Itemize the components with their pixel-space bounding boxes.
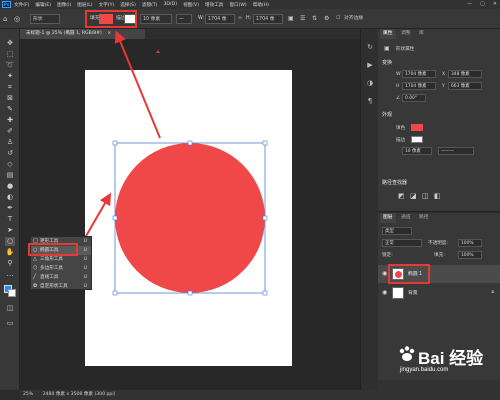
panel-icon-strip: ↻ ▶ ◑ ¶ (360, 29, 378, 390)
shape-kind-icon: ▣ (384, 45, 390, 52)
transform-handle[interactable] (112, 290, 118, 296)
intersect-shapes-icon[interactable]: ◫ (422, 192, 429, 200)
visibility-eye-icon[interactable]: ◉ (382, 270, 387, 277)
ellipse-tool-highlight-box (28, 243, 78, 256)
combine-shapes-icon[interactable]: ◩ (398, 192, 405, 200)
flyout-item-label: 三角形工具 (40, 257, 63, 262)
flyout-polygon-tool[interactable]: ⬡ 多边形工具 U (31, 264, 91, 273)
layer-fill-input[interactable]: 100% (458, 251, 482, 259)
layer-filter-select[interactable]: 类型 (382, 227, 412, 235)
paragraph-panel-icon[interactable]: ¶ (365, 97, 375, 106)
layer-thumbnail (392, 287, 404, 299)
prop-x-label: X (442, 72, 446, 77)
polygon-icon: ⬡ (33, 265, 38, 271)
transform-handle[interactable] (262, 215, 268, 221)
shortcut-key: U (83, 275, 87, 280)
prop-x-input[interactable]: 348 像素 (448, 70, 482, 78)
opacity-input[interactable]: 100% (458, 239, 482, 247)
shortcut-key: U (83, 257, 87, 262)
custom-shape-icon: ✿ (33, 283, 38, 289)
lock-label: 锁定: (382, 253, 393, 258)
transform-handle[interactable] (187, 140, 193, 146)
prop-stroke-label: 描边 (396, 138, 406, 143)
prop-h-label: H (396, 84, 400, 89)
tiny-red-marker (156, 50, 160, 53)
prop-stroke-type-select[interactable]: ——— (438, 147, 474, 155)
transform-section-head[interactable]: 变换 (382, 59, 392, 66)
transform-handle[interactable] (187, 290, 193, 296)
visibility-eye-icon[interactable]: ◉ (382, 289, 387, 296)
tab-libraries[interactable]: 库 (416, 29, 427, 39)
pathfinder-section-head[interactable]: 路径查找器 (382, 179, 407, 186)
prop-fill-swatch[interactable] (411, 124, 423, 131)
shortcut-key: U (83, 266, 87, 271)
appearance-section-head[interactable]: 外观 (382, 111, 392, 118)
tab-adjustments[interactable]: 调整 (398, 29, 414, 39)
watermark-url: jingyan.baidu.com (400, 367, 449, 373)
transform-handle[interactable] (262, 140, 268, 146)
zoom-level[interactable]: 25% (23, 392, 33, 397)
baidu-watermark: Bai 经验 jingyan.baidu.com (380, 340, 500, 390)
color-panel-icon[interactable]: ◑ (365, 79, 375, 88)
tab-paths[interactable]: 路径 (416, 213, 432, 223)
prop-y-label: Y (442, 84, 445, 89)
subtract-shapes-icon[interactable]: ◪ (410, 192, 417, 200)
red-ellipse-shape[interactable] (115, 143, 265, 293)
tab-channels[interactable]: 通道 (398, 213, 414, 223)
line-icon: ╱ (33, 274, 37, 280)
layer-row-background[interactable]: ◉ 背景 🔒︎ (378, 284, 500, 302)
layer-name[interactable]: 背景 (408, 289, 418, 296)
shape-kind-label: 形状属性 (396, 47, 415, 52)
flyout-item-label: 多边形工具 (40, 266, 63, 271)
triangle-icon: △ (33, 256, 37, 262)
prop-stroke-width-input[interactable]: 10 像素 (402, 147, 432, 155)
shortcut-key: U (83, 284, 87, 289)
arrow-to-fill (114, 30, 161, 139)
angle-icon: ∠ (396, 96, 401, 101)
flyout-custom-shape-tool[interactable]: ✿ 自定形状工具 U (31, 282, 91, 291)
opacity-label: 不透明度: (428, 241, 448, 246)
shortcut-key: U (83, 248, 87, 253)
blend-mode-select[interactable]: 正常 (382, 239, 422, 247)
properties-panel: 属性 调整 库 ▣ 形状属性 变换 W 1704 像素 X 348 像素 H 1… (378, 29, 500, 212)
tab-properties[interactable]: 属性 (380, 29, 396, 39)
flyout-item-label: 自定形状工具 (40, 284, 68, 289)
history-panel-icon[interactable]: ↻ (365, 43, 375, 52)
shortcut-key: U (83, 239, 87, 244)
status-bar: 25% 2480 像素 x 3508 像素 (300 ppi) (20, 390, 500, 400)
prop-y-input[interactable]: 663 像素 (448, 82, 482, 90)
layer-fill-label: 填充: (434, 253, 445, 258)
layer-highlight-box (388, 264, 430, 284)
baidu-paw-logo (399, 346, 415, 361)
prop-w-label: W (396, 72, 401, 77)
prop-w-input[interactable]: 1704 像素 (402, 70, 436, 78)
prop-angle-input[interactable]: 0.00° (402, 94, 426, 102)
flyout-line-tool[interactable]: ╱ 直线工具 U (31, 273, 91, 282)
transform-handle[interactable] (112, 215, 118, 221)
transform-handle[interactable] (112, 140, 118, 146)
prop-fill-label: 填色 (396, 126, 406, 131)
flyout-item-label: 直线工具 (40, 275, 59, 280)
document-info: 2480 像素 x 3508 像素 (300 ppi) (42, 392, 116, 397)
prop-h-input[interactable]: 1704 像素 (402, 82, 436, 90)
watermark-brand: Bai 经验 (418, 349, 484, 368)
lock-icon: 🔒︎ (491, 289, 494, 295)
actions-panel-icon[interactable]: ▶ (365, 61, 375, 70)
transform-handle[interactable] (262, 290, 268, 296)
prop-stroke-swatch[interactable] (411, 136, 423, 143)
exclude-shapes-icon[interactable]: ◧ (434, 192, 441, 200)
tab-layers[interactable]: 图层 (380, 213, 396, 223)
flyout-triangle-tool[interactable]: △ 三角形工具 U (31, 255, 91, 264)
